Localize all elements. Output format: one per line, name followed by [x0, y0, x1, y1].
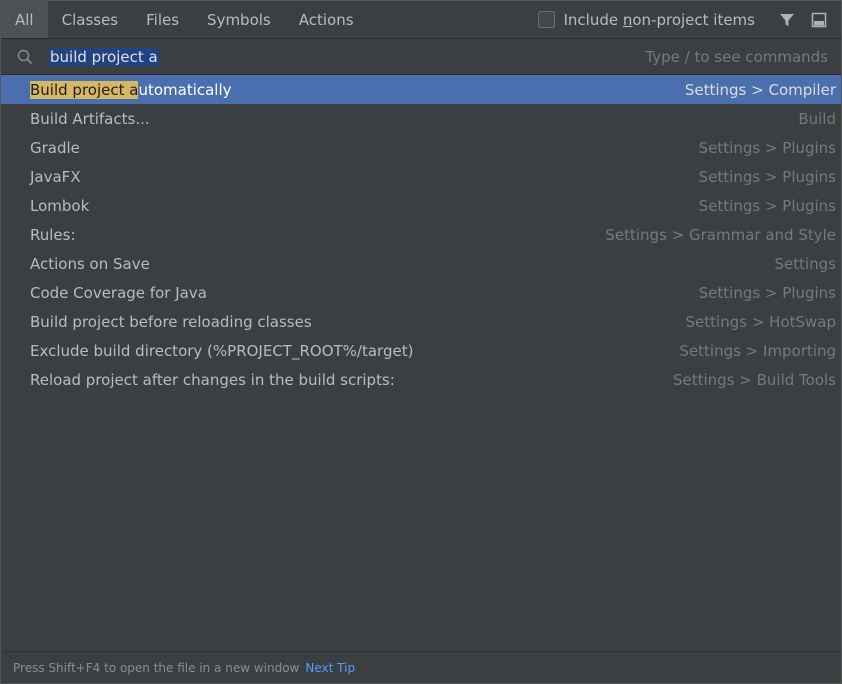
result-row[interactable]: Lombok Settings > Plugins: [1, 191, 841, 220]
result-location: Build: [798, 109, 836, 128]
include-non-project-label: Include non-project items: [563, 10, 755, 29]
results-list: Build project automatically Settings > C…: [1, 75, 841, 394]
result-location: Settings > Plugins: [698, 138, 836, 157]
result-label: Lombok: [30, 196, 90, 215]
result-row[interactable]: Exclude build directory (%PROJECT_ROOT%/…: [1, 336, 841, 365]
next-tip-link[interactable]: Next Tip: [305, 661, 355, 675]
result-location: Settings > Importing: [679, 341, 836, 360]
result-row[interactable]: Gradle Settings > Plugins: [1, 133, 841, 162]
result-row[interactable]: Reload project after changes in the buil…: [1, 365, 841, 394]
result-label: Build Artifacts...: [30, 109, 150, 128]
result-row[interactable]: Rules: Settings > Grammar and Style: [1, 220, 841, 249]
tab-all[interactable]: All: [1, 1, 48, 38]
result-label: Reload project after changes in the buil…: [30, 370, 395, 389]
result-label: Build project before reloading classes: [30, 312, 312, 331]
search-icon: [1, 49, 49, 65]
tip-text: Press Shift+F4 to open the file in a new…: [13, 660, 300, 675]
filter-icon[interactable]: [771, 1, 803, 38]
result-label: Gradle: [30, 138, 80, 157]
result-label: Exclude build directory (%PROJECT_ROOT%/…: [30, 341, 414, 360]
open-in-tool-window-icon[interactable]: [803, 1, 835, 38]
result-row[interactable]: Build project before reloading classes S…: [1, 307, 841, 336]
result-row[interactable]: JavaFX Settings > Plugins: [1, 162, 841, 191]
result-row[interactable]: Build Artifacts... Build: [1, 104, 841, 133]
tab-classes[interactable]: Classes: [48, 1, 133, 38]
result-row[interactable]: Code Coverage for Java Settings > Plugin…: [1, 278, 841, 307]
result-location: Settings > Build Tools: [672, 370, 836, 389]
result-label: Rules:: [30, 225, 76, 244]
result-label: Actions on Save: [30, 254, 150, 273]
result-row[interactable]: Build project automatically Settings > C…: [1, 75, 841, 104]
status-footer: Press Shift+F4 to open the file in a new…: [1, 651, 841, 683]
tab-bar: All Classes Files Symbols Actions Includ…: [1, 1, 841, 39]
tab-files[interactable]: Files: [132, 1, 193, 38]
tab-symbols[interactable]: Symbols: [193, 1, 285, 38]
include-non-project-checkbox[interactable]: Include non-project items: [538, 11, 755, 29]
search-row: build project a Type / to see commands: [1, 39, 841, 75]
result-label: Code Coverage for Java: [30, 283, 207, 302]
result-location: Settings > Plugins: [698, 167, 836, 186]
result-label: Build project automatically: [30, 80, 232, 99]
checkbox-box[interactable]: [538, 11, 556, 28]
tabbar-tools: Include non-project items: [538, 1, 841, 38]
result-location: Settings > Grammar and Style: [605, 225, 836, 244]
tab-actions[interactable]: Actions: [285, 1, 368, 38]
result-label: JavaFX: [30, 167, 81, 186]
result-location: Settings > HotSwap: [685, 312, 836, 331]
result-location: Settings > Compiler: [684, 80, 836, 99]
result-location: Settings > Plugins: [698, 283, 836, 302]
result-location: Settings: [774, 254, 836, 273]
result-location: Settings > Plugins: [698, 196, 836, 215]
search-everywhere-popup: All Classes Files Symbols Actions Includ…: [0, 0, 842, 684]
result-row[interactable]: Actions on Save Settings: [1, 249, 841, 278]
match-highlight: Build project a: [30, 80, 139, 99]
search-input[interactable]: build project a: [49, 47, 159, 66]
search-hint: Type / to see commands: [645, 47, 828, 66]
